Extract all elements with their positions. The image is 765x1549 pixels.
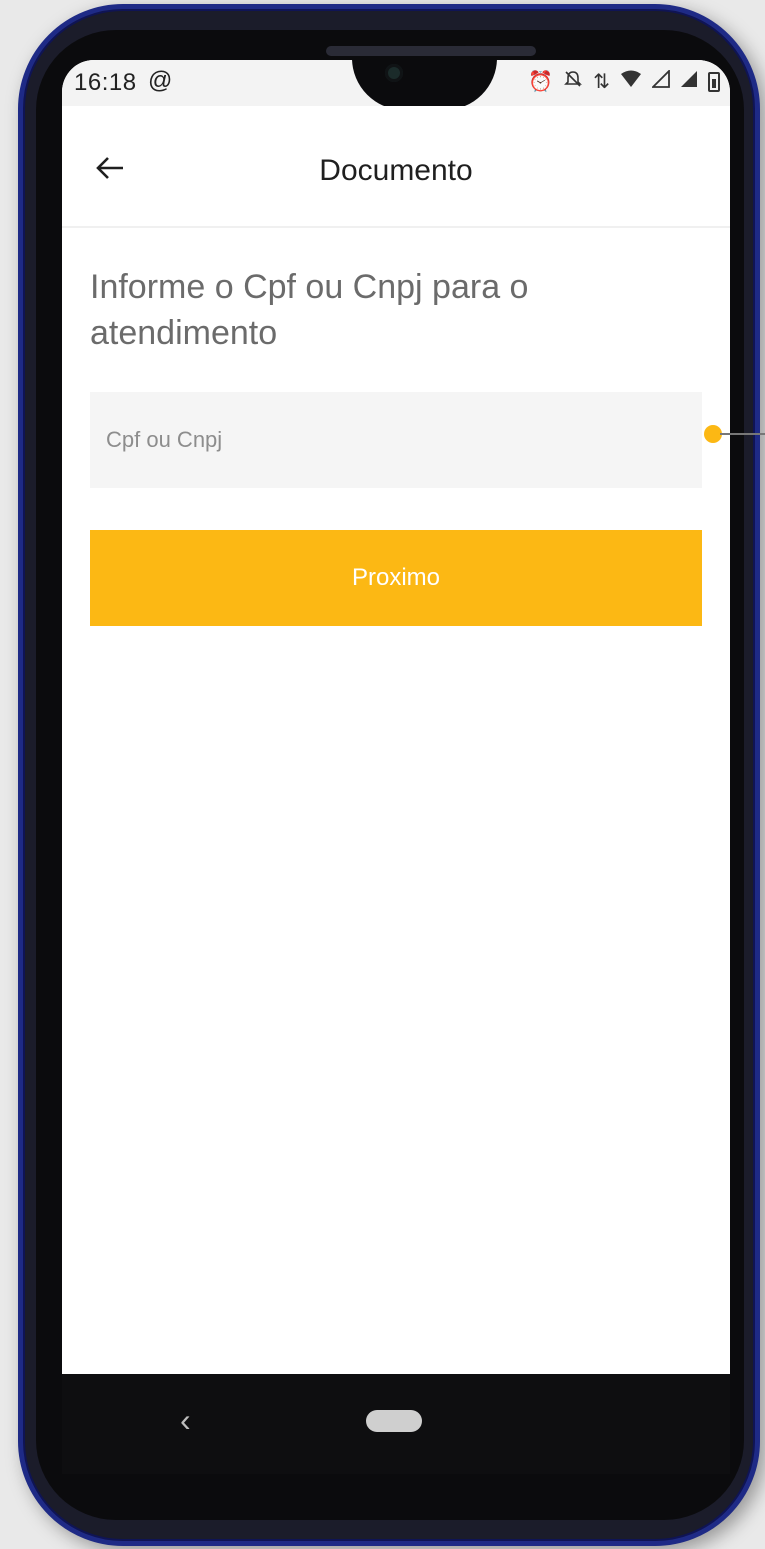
page-title: Documento xyxy=(319,154,473,187)
app-screen: 16:18 @ ⏰ ⇅ Documento Informe o Cpf ou C… xyxy=(62,60,730,1374)
alarm-icon: ⏰ xyxy=(528,70,554,93)
navigation-bar: ‹ xyxy=(62,1374,730,1474)
document-prompt: Informe o Cpf ou Cnpj para o atendimento xyxy=(90,268,529,352)
next-button[interactable]: Proximo xyxy=(90,530,702,626)
chevron-left-icon[interactable]: ‹ xyxy=(180,1402,191,1439)
at-icon: @ xyxy=(148,67,173,94)
app-bar: Documento xyxy=(62,106,730,228)
silent-icon xyxy=(563,69,583,94)
annotation-line xyxy=(720,433,765,435)
wifi-icon xyxy=(620,70,642,93)
signal-icon xyxy=(650,68,670,93)
data-arrows-icon: ⇅ xyxy=(593,70,610,93)
signal-icon xyxy=(680,70,698,93)
status-icons: ⏰ ⇅ xyxy=(528,68,720,94)
document-input[interactable] xyxy=(90,392,702,488)
status-time: 16:18 xyxy=(74,69,137,96)
home-pill-icon[interactable] xyxy=(366,1410,422,1432)
earpiece xyxy=(326,46,536,56)
battery-icon xyxy=(708,71,720,92)
front-camera xyxy=(385,64,403,82)
